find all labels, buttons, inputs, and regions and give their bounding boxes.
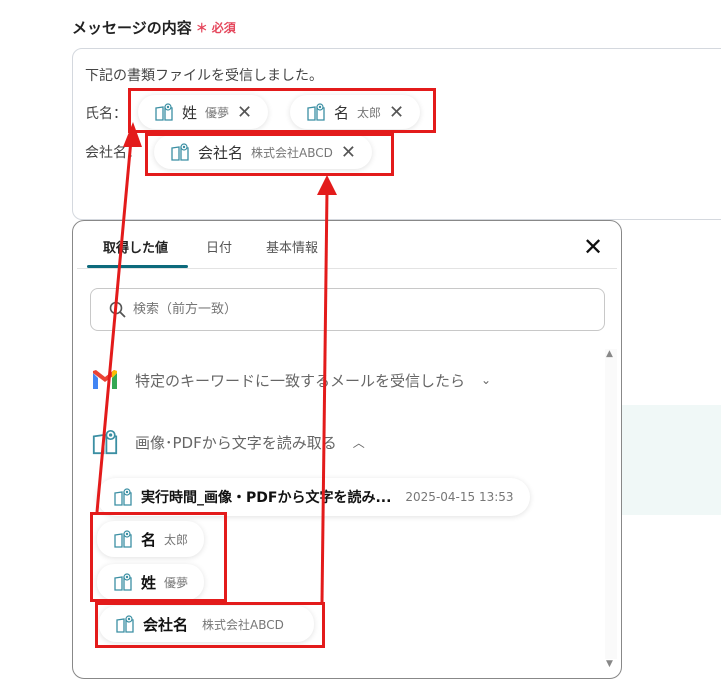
arrow-head-company <box>317 175 337 195</box>
arrow-company <box>320 189 329 603</box>
arrow-head-name <box>123 122 142 147</box>
annotation-arrows <box>95 122 337 603</box>
arrow-name <box>95 139 133 513</box>
